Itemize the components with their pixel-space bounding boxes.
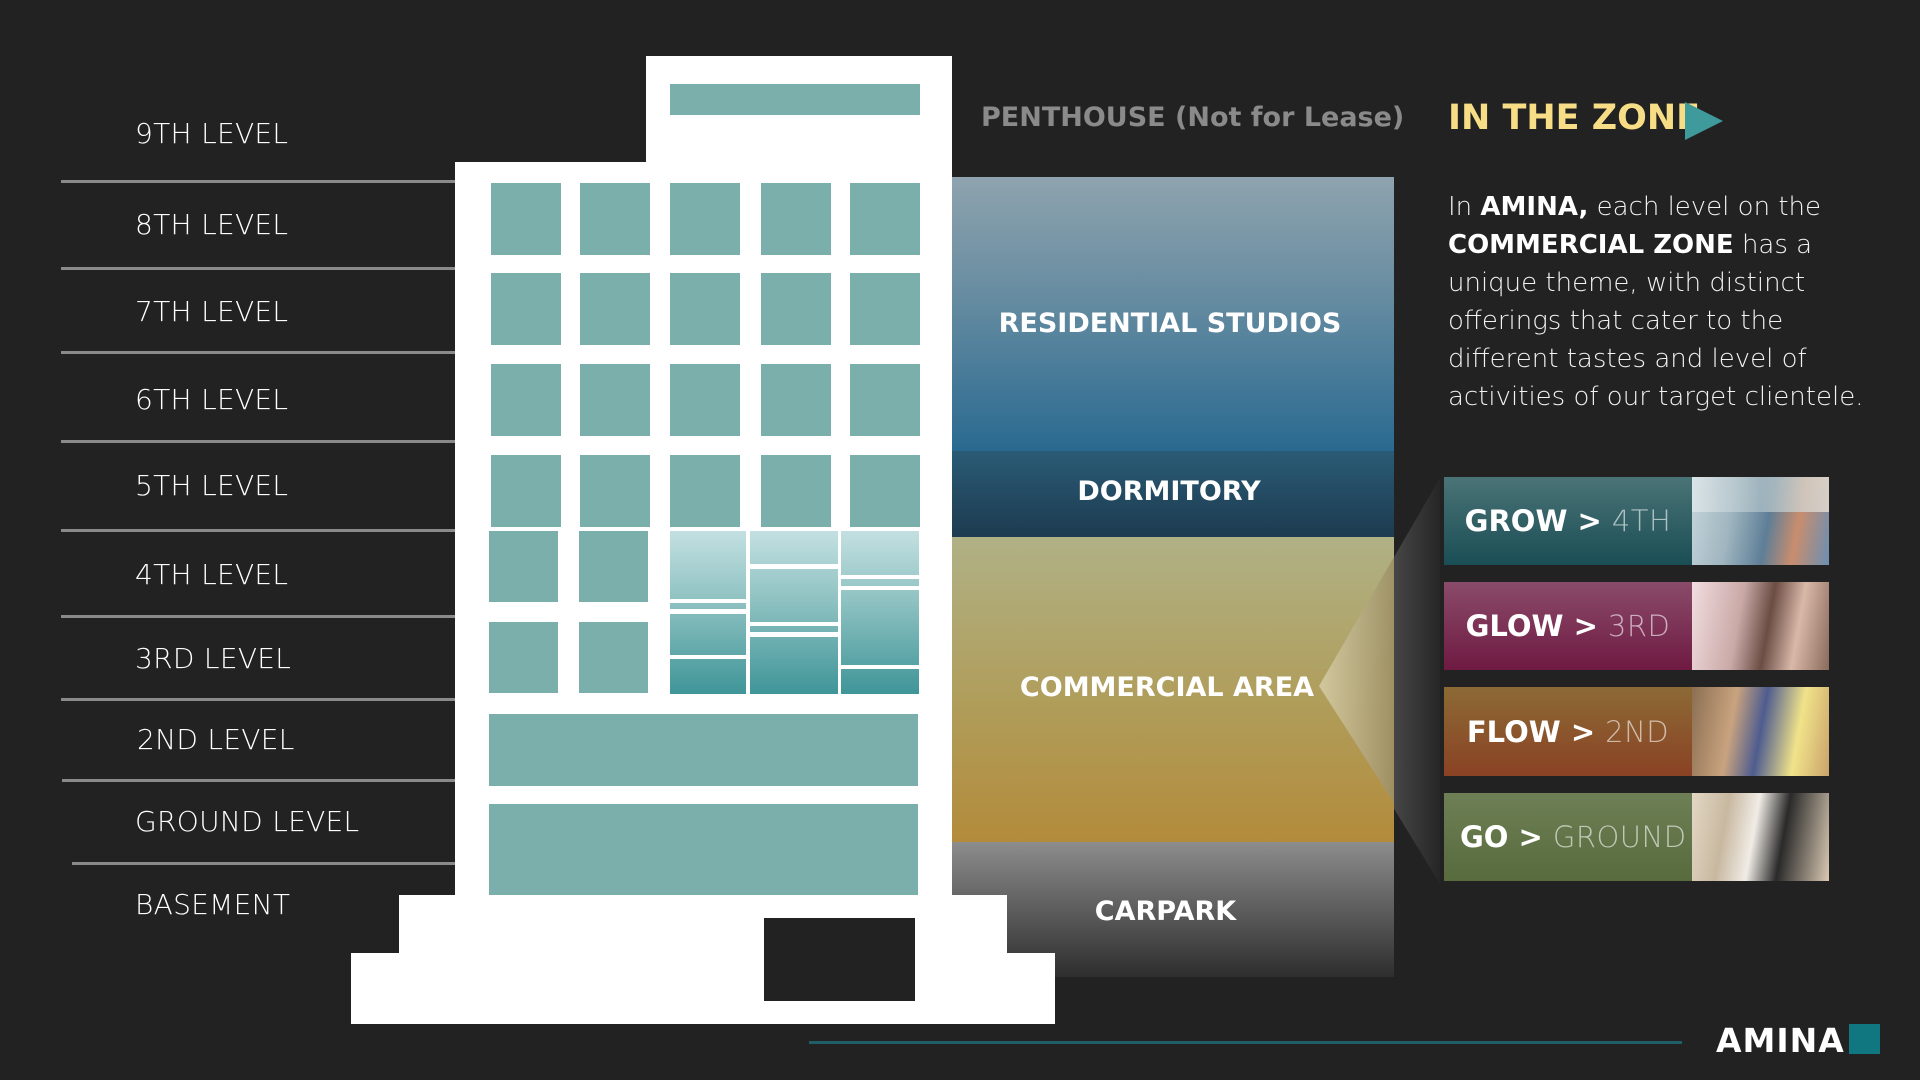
window [670,364,740,436]
level-label-8th: 8TH LEVEL [135,208,289,241]
level-label-9th: 9TH LEVEL [135,117,289,150]
level-divider [62,779,455,782]
play-triangle-icon [1685,102,1723,140]
theme-card-grow[interactable]: GROW > 4TH [1444,477,1829,565]
window [850,364,920,436]
card-name: GLOW > [1465,609,1598,643]
brand-emphasis: AMINA, [1480,192,1589,222]
window [580,364,650,436]
penthouse-label: PENTHOUSE (Not for Lease) [981,102,1405,133]
level-label-7th: 7TH LEVEL [135,295,289,328]
wedge-dark-part [1394,478,1440,884]
window [850,183,920,255]
panel-description: In AMINA, each level on the COMMERCIAL Z… [1448,188,1868,416]
theme-card-flow[interactable]: FLOW > 2ND [1444,687,1829,776]
theme-card-go[interactable]: GO > GROUND [1444,793,1829,881]
gym-fitness-photo [1692,582,1829,670]
window [761,183,831,255]
transom [841,575,919,579]
building-tower [646,56,952,176]
transom [841,665,919,669]
brand-logo-square [1849,1024,1880,1054]
panel-heading: IN THE ZONE [1448,98,1701,138]
building-base-lower [351,953,1055,1024]
window [580,455,650,527]
zone-residential-studios: RESIDENTIAL STUDIOS [952,177,1394,451]
friends-dining-photo [1692,687,1829,776]
level-label-3rd: 3RD LEVEL [135,642,292,675]
window [580,183,650,255]
window [491,183,561,255]
transom [670,609,746,614]
mullion [838,531,841,694]
card-label-area: GROW > 4TH [1444,477,1692,565]
window [761,273,831,345]
basement-entrance [764,918,915,1001]
window [491,273,561,345]
window [670,455,740,527]
card-level: 3RD [1607,609,1671,643]
window [491,364,561,436]
level-divider [61,180,455,183]
window [850,273,920,345]
card-name: GROW > [1464,504,1602,538]
level-divider [72,862,455,865]
transom [670,599,746,603]
level-divider [61,267,455,270]
zone-emphasis: COMMERCIAL ZONE [1448,230,1734,260]
card-name: GO > [1460,820,1543,854]
mullion [746,531,750,694]
grocery-shopper-photo [1692,793,1829,881]
footer-divider [809,1041,1682,1044]
level-divider [61,529,455,532]
theme-card-glow[interactable]: GLOW > 3RD [1444,582,1829,670]
card-name: FLOW > [1466,714,1596,749]
level-label-2nd: 2ND LEVEL [137,723,295,756]
text-run: each level on the [1588,192,1821,222]
window [489,622,558,693]
transom [670,655,746,659]
office-workers-photo [1692,477,1829,565]
level-divider [61,440,455,443]
window [579,622,648,693]
text-run: In [1448,192,1481,222]
level-divider [61,698,455,701]
window [491,455,561,527]
card-level: 2ND [1605,714,1670,749]
card-label-area: FLOW > 2ND [1444,687,1692,776]
window [850,455,920,527]
transom [750,632,838,637]
window [670,273,740,345]
zone-connector-wedge [1319,478,1440,884]
card-level: GROUND [1552,820,1687,854]
window-band-2nd [489,714,918,786]
card-label-area: GO > GROUND [1444,793,1692,881]
zone-label: RESIDENTIAL STUDIOS [998,308,1342,339]
level-divider [61,615,455,618]
penthouse-window [670,84,920,115]
card-level: 4TH [1611,504,1672,538]
card-label-area: GLOW > 3RD [1444,582,1692,670]
level-divider [61,351,455,354]
window [580,273,650,345]
level-label-4th: 4TH LEVEL [135,558,289,591]
transom [750,622,838,626]
window [489,531,558,602]
level-label-basement: BASEMENT [135,888,291,921]
window [761,455,831,527]
window [761,364,831,436]
wedge-light-part [1319,557,1394,803]
level-label-ground: GROUND LEVEL [135,805,360,838]
level-label-6th: 6TH LEVEL [135,383,289,416]
brand-logo-text: AMINA [1716,1021,1845,1060]
transom [841,586,919,590]
window [670,183,740,255]
transom [750,564,838,569]
level-label-5th: 5TH LEVEL [135,469,289,502]
window-band-ground [489,804,918,895]
window [579,531,648,602]
building-base-upper [399,895,1007,955]
